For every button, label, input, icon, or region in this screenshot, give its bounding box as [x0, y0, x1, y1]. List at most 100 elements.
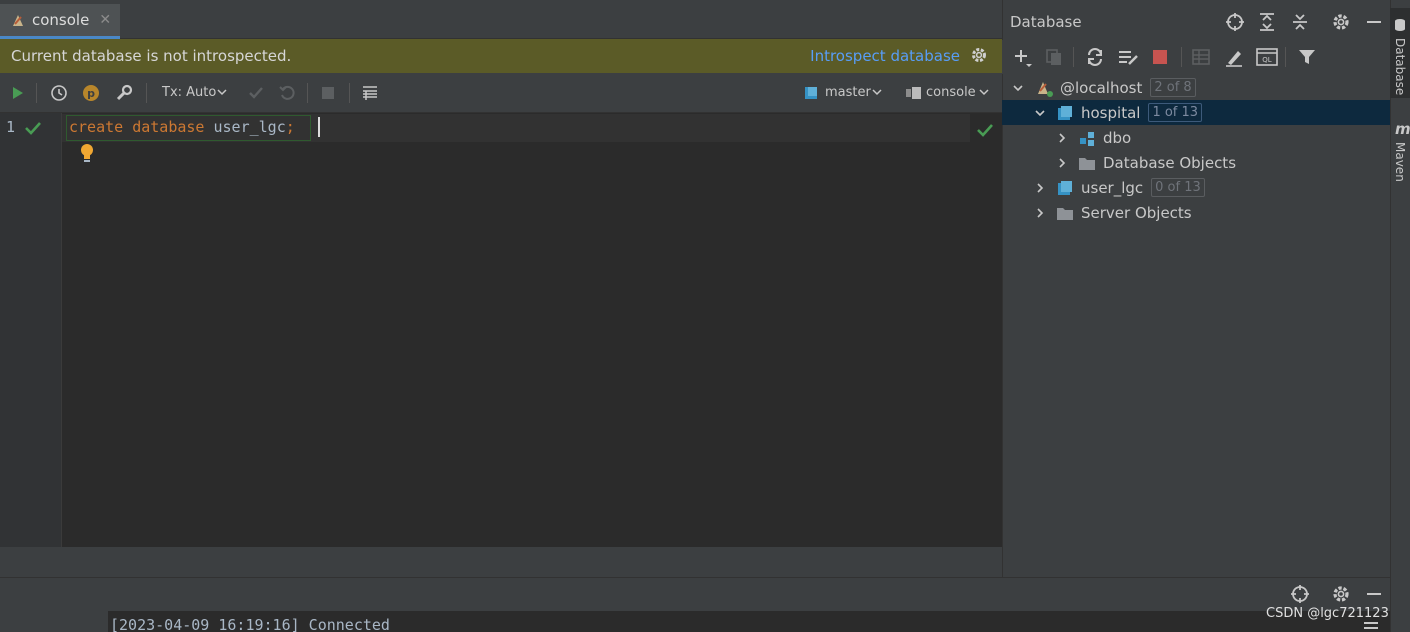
tree-label: hospital [1081, 103, 1141, 122]
add-icon[interactable] [1012, 47, 1034, 69]
stripe-label: Database [1393, 38, 1407, 96]
chevron-right-icon [1059, 132, 1066, 143]
tab-label: console [32, 11, 90, 29]
code-line[interactable]: create database user_lgc; [69, 118, 295, 136]
horizontal-scrollbar[interactable] [0, 547, 1002, 577]
parameters-button[interactable]: p [79, 81, 103, 105]
toolbar-separator [146, 83, 147, 103]
chevron-right-icon [1059, 157, 1066, 168]
play-icon [13, 87, 23, 99]
introspection-banner: Current database is not introspected. In… [0, 39, 1002, 73]
sql-server-icon [1038, 81, 1053, 97]
tree-node-dbo[interactable]: dbo [1002, 125, 1390, 150]
schema-sync-icon[interactable] [1117, 47, 1139, 67]
chevron-down-icon [979, 89, 989, 96]
keyword-create: create [69, 118, 124, 136]
tree-node-user-lgc[interactable]: user_lgc 0 of 13 [1002, 175, 1390, 200]
settings-wrench-button[interactable] [112, 81, 136, 105]
checkmark-icon [249, 87, 263, 99]
collapse-all-icon[interactable] [1290, 12, 1310, 32]
count-badge: 0 of 13 [1151, 178, 1205, 197]
svg-text:QL: QL [1262, 56, 1272, 64]
toolbar-separator [36, 83, 37, 103]
folder-icon [1057, 207, 1073, 220]
tree-label: Server Objects [1081, 203, 1192, 222]
sql-editor[interactable] [62, 113, 1002, 547]
chevron-down-icon [1035, 109, 1045, 116]
tree-label: user_lgc [1081, 178, 1144, 197]
session-selector[interactable]: console [926, 85, 976, 100]
checkmark-icon [977, 124, 993, 137]
table-list-icon [363, 86, 377, 100]
list-icon[interactable] [1362, 620, 1380, 632]
tree-node-localhost[interactable]: @localhost 2 of 8 [1002, 75, 1390, 100]
count-badge: 2 of 8 [1150, 78, 1196, 97]
chevron-down-icon [1013, 84, 1023, 91]
output-line: [2023-04-09 16:19:16] Connected [110, 616, 390, 632]
toolbar-separator [307, 83, 308, 103]
folder-icon [1079, 157, 1095, 170]
tree-label: dbo [1103, 128, 1132, 147]
tree-label: Database Objects [1103, 153, 1237, 172]
run-button[interactable] [5, 81, 29, 105]
query-console-icon[interactable]: QL [1256, 47, 1278, 67]
toolbar-separator [349, 83, 350, 103]
stripe-database-tab[interactable]: Database [1390, 8, 1410, 98]
tree-node-database-objects[interactable]: Database Objects [1002, 150, 1390, 175]
clock-icon [51, 85, 67, 101]
chevron-right-icon [1037, 182, 1044, 193]
schema-icon [1080, 131, 1094, 146]
identifier: user_lgc [213, 118, 286, 136]
locate-icon[interactable] [1225, 12, 1245, 32]
minimize-icon[interactable] [1364, 584, 1384, 604]
lightbulb-icon[interactable] [79, 143, 95, 163]
svg-text:p: p [87, 87, 95, 100]
minimize-icon[interactable] [1364, 12, 1384, 32]
disconnect-icon[interactable] [1152, 49, 1168, 65]
toolbar-separator [1073, 47, 1074, 67]
tree-node-hospital[interactable]: hospital 1 of 13 [1002, 100, 1390, 125]
expand-all-icon[interactable] [1257, 12, 1277, 32]
chevron-down-icon [872, 89, 882, 96]
toolbar-separator [1285, 47, 1286, 67]
session-icon [906, 87, 921, 99]
tree-node-server-objects[interactable]: Server Objects [1002, 200, 1390, 225]
undo-icon [279, 85, 295, 100]
transaction-mode-dropdown[interactable]: Tx: Auto [162, 85, 216, 100]
toolbar-separator [1181, 47, 1182, 67]
table-icon[interactable] [1191, 47, 1211, 67]
close-icon[interactable]: ✕ [99, 12, 111, 28]
terminator: ; [285, 118, 295, 136]
rollback-button[interactable] [275, 81, 299, 105]
gear-icon[interactable] [1331, 12, 1351, 32]
banner-message: Current database is not introspected. [11, 47, 292, 65]
schema-icon [805, 87, 817, 99]
keyword-database: database [132, 118, 205, 136]
refresh-icon[interactable] [1085, 47, 1105, 67]
chevron-right-icon [1037, 207, 1044, 218]
maven-icon: m [1395, 120, 1410, 138]
stripe-maven-tab[interactable]: Maven [1393, 142, 1407, 182]
filter-icon[interactable] [1297, 47, 1317, 67]
gear-icon[interactable] [970, 46, 988, 64]
database-icon [1058, 180, 1072, 195]
introspect-database-link[interactable]: Introspect database [810, 47, 960, 65]
panel-title: Database [1010, 13, 1082, 31]
chevron-down-icon [217, 89, 227, 96]
locate-icon[interactable] [1290, 584, 1310, 604]
output-layout-button[interactable] [358, 81, 382, 105]
commit-button[interactable] [244, 81, 268, 105]
duplicate-icon[interactable] [1044, 47, 1064, 67]
count-badge: 1 of 13 [1148, 103, 1203, 122]
gear-icon[interactable] [1331, 584, 1351, 604]
editor-scrollbar[interactable] [970, 114, 1002, 547]
schema-selector[interactable]: master [825, 85, 871, 100]
edit-icon[interactable] [1224, 47, 1244, 67]
stop-icon [322, 87, 334, 99]
history-button[interactable] [47, 81, 71, 105]
tab-console[interactable]: console ✕ [0, 4, 120, 39]
tree-label: @localhost [1060, 78, 1143, 97]
services-tree-area [0, 611, 108, 632]
stop-button[interactable] [316, 81, 340, 105]
console-toolbar: p Tx: Auto master console [0, 73, 1002, 113]
